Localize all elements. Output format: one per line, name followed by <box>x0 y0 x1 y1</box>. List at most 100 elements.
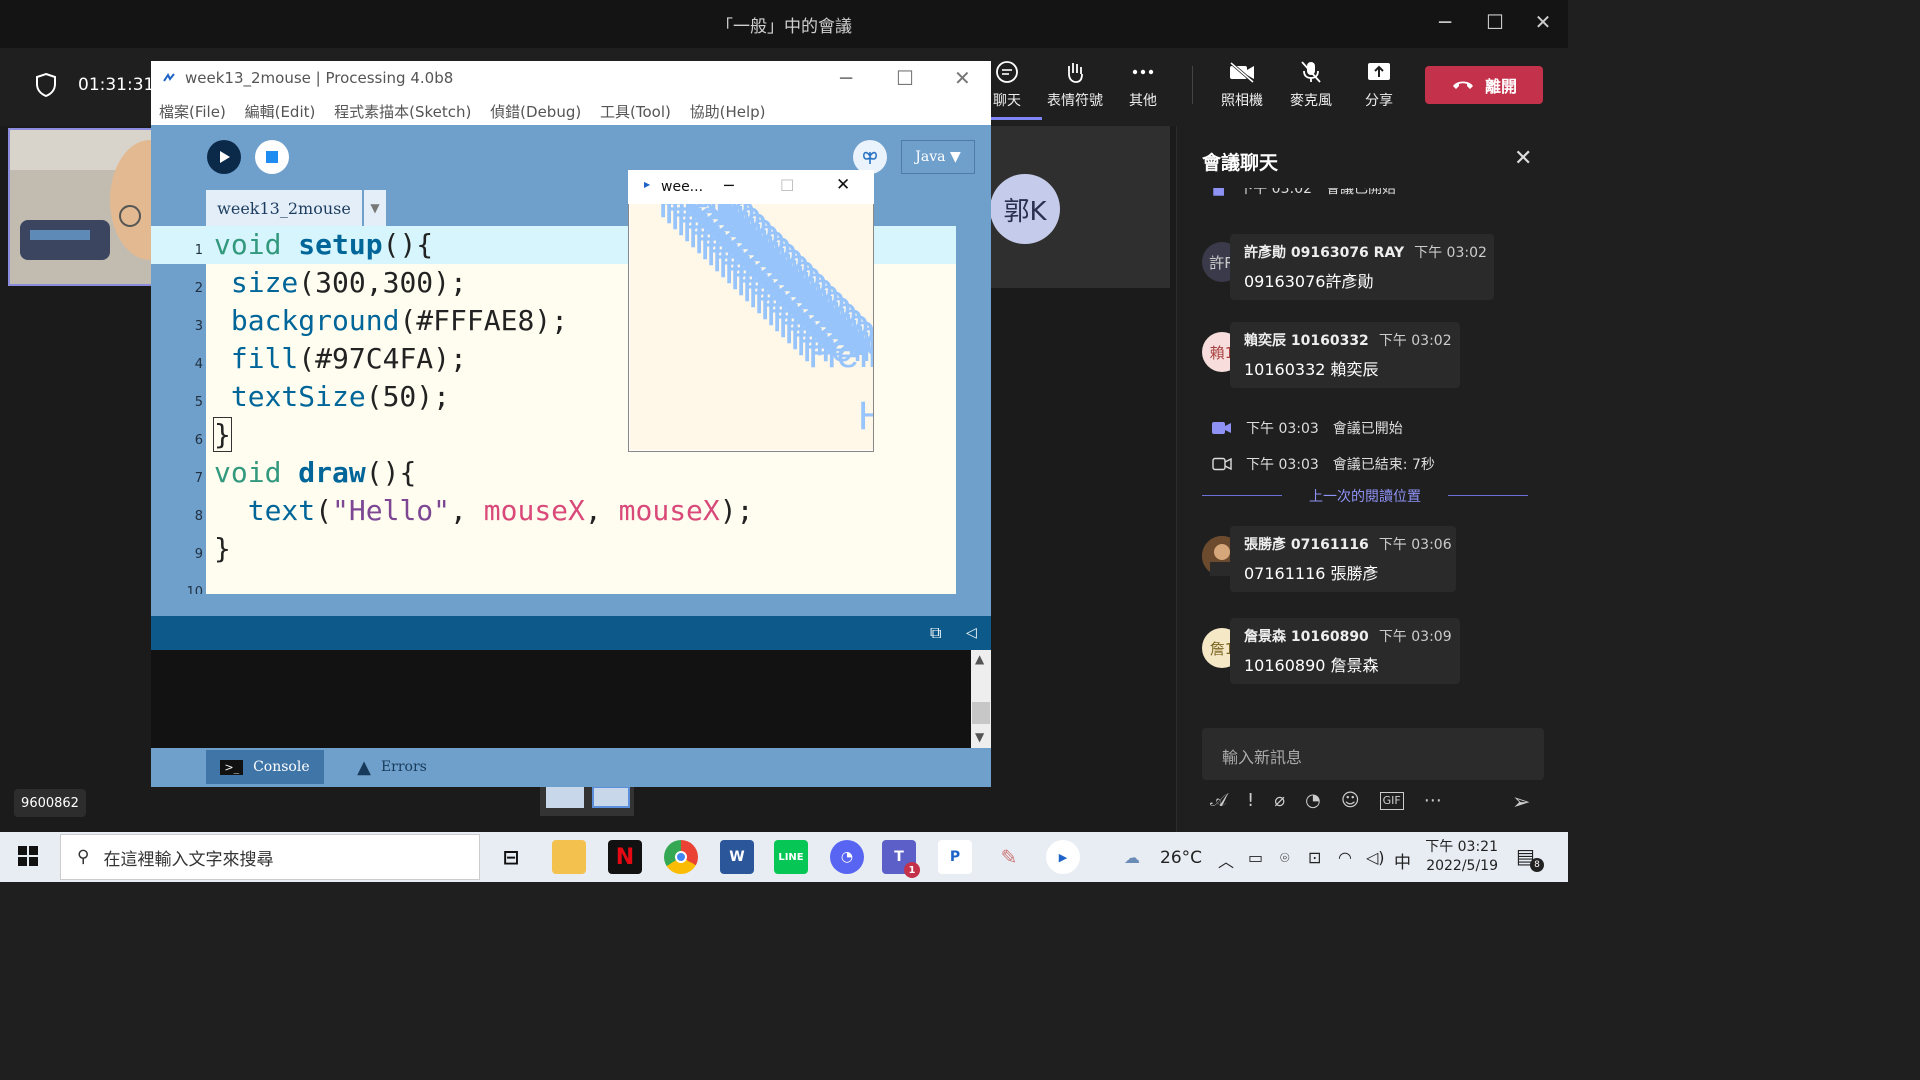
chat-message: 張勝彥 07161116 下午 03:06 07161116 張勝彥 <box>1230 526 1456 592</box>
menu-sketch[interactable]: 程式素描本(Sketch) <box>334 103 471 121</box>
close-chat-icon[interactable]: ✕ <box>1514 146 1532 171</box>
menu-help[interactable]: 協助(Help) <box>690 103 766 121</box>
sender-name: 詹景森 10160890 <box>1244 629 1369 645</box>
line-number: 8 <box>194 509 203 524</box>
message-text: 07161116 張勝彥 <box>1244 564 1379 583</box>
processing-logo-icon <box>162 70 176 85</box>
phone-hangup-icon <box>1451 76 1475 95</box>
important-icon[interactable]: ! <box>1247 790 1254 811</box>
sketch-maximize-icon[interactable]: ☐ <box>780 176 794 195</box>
console-tab-label: Console <box>253 759 310 775</box>
meeting-timer: 01:31:31 <box>78 75 155 95</box>
stop-icon <box>266 151 278 163</box>
share-label: 分享 <box>1365 93 1393 109</box>
chrome-icon[interactable] <box>664 840 698 874</box>
window-thumbnail[interactable] <box>546 786 584 808</box>
tab-errors[interactable]: ▲ Errors <box>342 750 442 784</box>
clock-date: 2022/5/19 <box>1426 858 1498 874</box>
processing-menubar: 檔案(File) 編輯(Edit) 程式素描本(Sketch) 偵錯(Debug… <box>151 95 991 125</box>
toolbar-divider <box>1192 66 1193 104</box>
taskbar-search[interactable]: ⚲ 在這裡輸入文字來搜尋 <box>60 834 480 880</box>
camera-label: 照相機 <box>1221 93 1263 109</box>
copy-icon[interactable]: ⧉ <box>930 623 941 643</box>
format-icon[interactable]: 𝒜 <box>1210 790 1227 811</box>
hello-text: Hello <box>858 394 873 438</box>
share-button[interactable]: 分享 <box>1344 60 1414 110</box>
run-button[interactable] <box>207 140 241 174</box>
line-number: 9 <box>194 547 203 562</box>
gif-icon[interactable]: GIF <box>1379 792 1404 810</box>
sketch-close-icon[interactable]: ✕ <box>836 175 850 195</box>
netflix-icon[interactable]: N <box>608 840 642 874</box>
sender-name: 張勝彥 07161116 <box>1244 537 1369 553</box>
event-time: 下午 03:03 <box>1246 421 1319 437</box>
stop-button[interactable] <box>255 140 289 174</box>
tab-week13_2mouse[interactable]: week13_2mouse <box>206 190 362 226</box>
chat-message: 詹景森 10160890 下午 03:09 10160890 詹景森 <box>1230 618 1460 684</box>
reactions-button[interactable]: 表情符號 <box>1040 60 1110 110</box>
window-title: 「一般」中的會議 <box>716 17 852 37</box>
line-icon[interactable]: LINE <box>774 840 808 874</box>
more-button[interactable]: 其他 <box>1108 60 1178 110</box>
word-icon[interactable]: W <box>720 840 754 874</box>
send-icon[interactable]: ➢ <box>1512 790 1530 815</box>
window-thumbnail-active[interactable] <box>592 786 630 808</box>
more-options-icon[interactable]: ⋯ <box>1424 790 1442 811</box>
debug-button[interactable] <box>853 140 887 174</box>
sketch-taskbar-icon[interactable]: ▶ <box>1046 840 1080 874</box>
paint-icon[interactable]: ✎ <box>992 840 1026 874</box>
mic-button[interactable]: 麥克風 <box>1276 60 1346 110</box>
editor-scroll-gutter <box>956 226 991 594</box>
taskbar-clock[interactable]: 下午 03:21 2022/5/19 <box>1414 838 1498 876</box>
menu-edit[interactable]: 編輯(Edit) <box>245 103 316 121</box>
butterfly-icon <box>863 151 877 164</box>
processing-taskbar-icon[interactable]: P <box>938 840 972 874</box>
close-icon[interactable]: ✕ <box>1528 10 1558 34</box>
code-line: } <box>213 417 232 452</box>
code-line: text("Hello", mouseX, mouseX); <box>214 494 754 527</box>
discord-icon[interactable]: ◔ <box>830 840 864 874</box>
minimize-icon[interactable]: ─ <box>1430 10 1460 34</box>
attach-icon[interactable]: ⌀ <box>1274 790 1285 811</box>
console-scrollbar[interactable]: ▲ ▼ <box>971 650 991 748</box>
volume-icon[interactable]: ◁) <box>1366 848 1385 867</box>
teams-icon[interactable]: T1 <box>882 840 920 878</box>
search-icon: ⚲ <box>77 847 90 867</box>
emoji-icon[interactable]: ☺ <box>1341 790 1360 811</box>
collapse-icon[interactable]: ◁ <box>966 625 977 641</box>
ime-indicator[interactable]: 中 <box>1394 848 1411 873</box>
task-view-icon[interactable]: ⊟ <box>494 840 528 874</box>
maximize-icon[interactable]: ☐ <box>1480 10 1510 34</box>
event-time: 下午 03:03 <box>1246 457 1319 473</box>
message-time: 下午 03:09 <box>1378 629 1452 645</box>
line-number: 5 <box>194 395 203 410</box>
mode-selector[interactable]: Java ▼ <box>901 140 975 174</box>
windows-start-icon[interactable] <box>18 846 38 870</box>
sketch-canvas[interactable]: Hello Hello Hello Hello Hello Hello Hello Hello… <box>630 204 873 450</box>
sender-name: 賴奕辰 10160332 <box>1244 333 1369 349</box>
leave-button[interactable]: 離開 <box>1425 66 1543 104</box>
sketch-minimize-icon[interactable]: ─ <box>724 176 734 195</box>
self-video <box>8 128 153 286</box>
tab-menu-arrow-icon[interactable]: ▼ <box>364 190 386 226</box>
wifi-icon[interactable]: ◠ <box>1338 848 1352 867</box>
processing-close-icon[interactable]: ✕ <box>954 66 971 90</box>
file-explorer-icon[interactable] <box>552 840 586 874</box>
menu-tool[interactable]: 工具(Tool) <box>600 103 671 121</box>
tray-chevron-icon[interactable]: ︿ <box>1218 848 1234 872</box>
hello-text: Hello <box>808 332 873 376</box>
leave-label: 離開 <box>1484 77 1517 96</box>
tab-console[interactable]: >_ Console <box>206 750 324 784</box>
menu-debug[interactable]: 偵錯(Debug) <box>490 103 581 121</box>
message-compose-input[interactable]: 輸入新訊息 <box>1202 728 1544 780</box>
code-line: background(#FFFAE8); <box>214 304 569 337</box>
menu-file[interactable]: 檔案(File) <box>159 103 226 121</box>
processing-minimize-icon[interactable]: ─ <box>840 66 852 90</box>
loop-icon[interactable]: ◔ <box>1305 790 1321 811</box>
meet-now-icon[interactable]: ⌾ <box>1280 848 1290 868</box>
code-line: fill(#97C4FA); <box>214 342 467 375</box>
camera-button[interactable]: 照相機 <box>1207 60 1277 110</box>
processing-maximize-icon[interactable]: ☐ <box>896 66 914 90</box>
network-icon[interactable]: ⊡ <box>1308 848 1321 867</box>
more-icon <box>1132 69 1154 75</box>
